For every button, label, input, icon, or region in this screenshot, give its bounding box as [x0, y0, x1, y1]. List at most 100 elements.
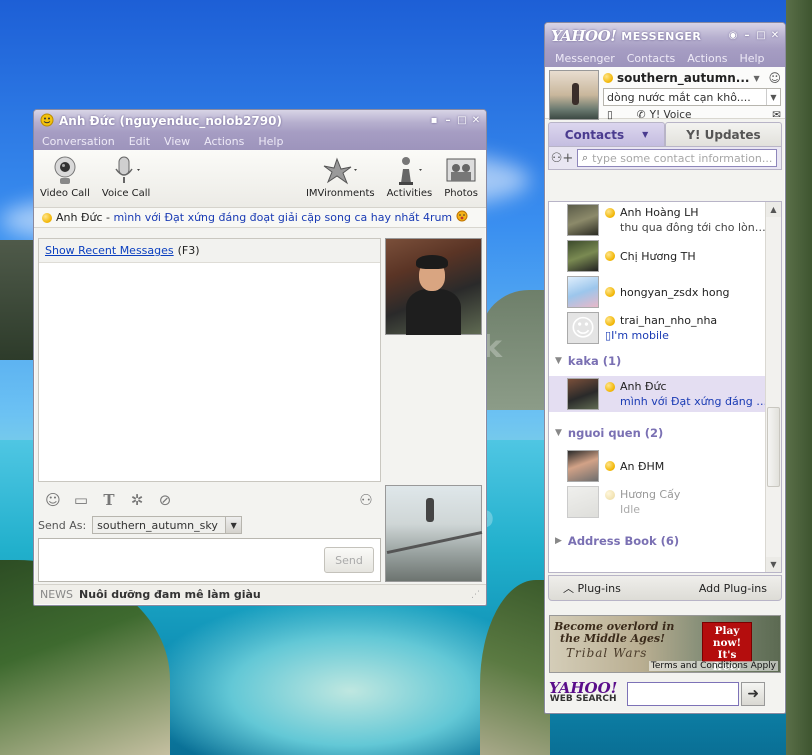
- send-button[interactable]: Send: [324, 547, 374, 573]
- tab-contacts[interactable]: Contacts ▼: [548, 122, 665, 146]
- send-as-select[interactable]: southern_autumn_sky ▼: [92, 516, 243, 534]
- list-item[interactable]: Hương Cấy Idle: [549, 484, 767, 520]
- photos-button[interactable]: Photos: [444, 154, 478, 199]
- list-item[interactable]: ☺ trai_han_nho_nha ▯I'm mobile: [549, 310, 767, 346]
- contact-name: An ĐHM: [620, 459, 665, 473]
- my-name-row[interactable]: southern_autumn... ▼ ☺: [603, 70, 781, 86]
- chevron-up-icon: ︿: [563, 582, 574, 595]
- send-as-row: Send As: southern_autumn_sky ▼: [38, 516, 243, 534]
- chevron-down-icon[interactable]: ▼: [642, 130, 648, 139]
- video-call-button[interactable]: Video Call: [40, 154, 90, 199]
- group-header-kaka[interactable]: ▼ kaka (1): [555, 352, 621, 370]
- list-item[interactable]: An ĐHM: [549, 448, 767, 484]
- contact-list-scrollbar[interactable]: ▲ ▼: [765, 202, 781, 572]
- attach-file-icon[interactable]: ⊘: [156, 491, 174, 509]
- voice-call-button[interactable]: Voice Call: [102, 154, 150, 199]
- contact-status-line: Anh Đức - mình với Đạt xứng đáng đoạt gi…: [34, 208, 486, 228]
- contact-status: mình với Đạt xứng đáng đo ...: [620, 395, 767, 408]
- menu-actions[interactable]: Actions: [687, 52, 727, 65]
- text-format-icon[interactable]: T: [100, 491, 118, 509]
- list-item[interactable]: Anh Hoàng LH thu qua đông tới cho lòng b…: [549, 202, 767, 238]
- messenger-titlebar[interactable]: YAHOO! MESSENGER ◉ – □ ✕: [545, 23, 785, 49]
- shortcut-hint: (F3): [177, 244, 200, 257]
- menu-bar: Messenger Contacts Actions Help: [545, 49, 785, 67]
- group-header-nguoi-quen[interactable]: ▼ nguoi quen (2): [555, 424, 663, 442]
- search-go-button[interactable]: ➜: [741, 682, 766, 706]
- chevron-down-icon: ▼: [753, 73, 760, 83]
- minimize-button[interactable]: –: [442, 115, 454, 127]
- advertisement-banner[interactable]: Become overlord in the Middle Ages! Trib…: [549, 615, 781, 673]
- pin-icon[interactable]: ▪: [428, 115, 440, 127]
- contact-name: Anh Đức: [620, 380, 667, 393]
- web-search-input[interactable]: [627, 682, 740, 706]
- menu-messenger[interactable]: Messenger: [555, 52, 615, 65]
- pin-icon[interactable]: ◉: [727, 30, 739, 42]
- emoticons-icon[interactable]: ☺: [44, 491, 62, 509]
- contact-avatar[interactable]: [385, 238, 482, 335]
- menu-help[interactable]: Help: [739, 52, 764, 65]
- close-button[interactable]: ✕: [470, 115, 482, 127]
- messenger-smiley-icon: [40, 113, 54, 130]
- conversation-titlebar[interactable]: Anh Đức (nguyenduc_nolob2790) ▪ – □ ✕: [34, 110, 486, 132]
- menu-actions[interactable]: Actions: [204, 135, 244, 148]
- message-input[interactable]: Send: [38, 538, 381, 582]
- ad-play-button[interactable]: Play now! It's free!: [702, 622, 752, 672]
- group-name: Address Book (6): [567, 534, 680, 548]
- yahoo-logo: YAHOO!: [549, 679, 618, 697]
- yahoo-voice-link[interactable]: Y! Voice: [650, 109, 692, 121]
- group-header-address-book[interactable]: ▶ Address Book (6): [555, 532, 679, 550]
- menu-edit[interactable]: Edit: [129, 135, 150, 148]
- tab-updates[interactable]: Y! Updates: [665, 122, 782, 146]
- status-message-input[interactable]: dòng nước mắt cạn khô.... ▼: [603, 88, 781, 106]
- mobile-phone-icon[interactable]: ▯: [607, 109, 613, 121]
- imvironments-button[interactable]: IMVironments: [306, 154, 375, 199]
- my-avatar[interactable]: [385, 485, 483, 582]
- activities-button[interactable]: Activities: [387, 154, 432, 199]
- default-avatar-icon: ☺: [567, 312, 599, 344]
- menu-conversation[interactable]: Conversation: [42, 135, 115, 148]
- list-item[interactable]: Chị Hương TH: [549, 238, 767, 274]
- scroll-thumb[interactable]: [767, 407, 780, 487]
- menu-contacts[interactable]: Contacts: [627, 52, 676, 65]
- message-history-pane[interactable]: Show Recent Messages (F3): [38, 238, 381, 482]
- resize-grip-icon[interactable]: ⋰: [471, 590, 480, 600]
- online-status-icon: [605, 207, 615, 218]
- phone-icon: ✆: [636, 109, 646, 121]
- menu-view[interactable]: View: [164, 135, 190, 148]
- chess-piece-icon: [392, 154, 426, 188]
- scroll-down-icon[interactable]: ▼: [766, 557, 781, 572]
- contact-list[interactable]: Anh Hoàng LH thu qua đông tới cho lòng b…: [548, 201, 782, 573]
- my-avatar[interactable]: [549, 70, 599, 120]
- show-contact-icon[interactable]: ⚇: [357, 491, 375, 509]
- mail-icon[interactable]: ✉: [772, 109, 781, 121]
- ad-line-2: the Middle Ages!: [560, 632, 665, 645]
- contact-search-input[interactable]: ⌕ type some contact information...: [577, 149, 777, 167]
- contact-avatar: [567, 204, 599, 236]
- collapse-triangle-icon: ▼: [555, 356, 562, 366]
- close-button[interactable]: ✕: [769, 30, 781, 42]
- plugins-toggle[interactable]: ︿ Plug-ins: [563, 580, 621, 596]
- plugins-label: Plug-ins: [577, 582, 621, 595]
- status-smiley-icon[interactable]: ☺: [768, 71, 781, 85]
- maximize-button[interactable]: □: [456, 115, 468, 127]
- formatting-toolbar: ☺ ▭ T ✲ ⊘ ⚇: [38, 488, 381, 512]
- minimize-button[interactable]: –: [741, 30, 753, 42]
- scroll-up-icon[interactable]: ▲: [766, 202, 781, 217]
- maximize-button[interactable]: □: [755, 30, 767, 42]
- chevron-down-icon: ▼: [766, 89, 780, 105]
- menu-bar: Conversation Edit View Actions Help: [34, 132, 486, 150]
- show-recent-messages-link[interactable]: Show Recent Messages: [45, 244, 174, 257]
- webcam-icon: [51, 154, 79, 188]
- conversation-window: Anh Đức (nguyenduc_nolob2790) ▪ – □ ✕ Co…: [33, 109, 487, 606]
- online-status-icon: [42, 212, 52, 223]
- add-plugins-link[interactable]: Add Plug-ins: [699, 582, 767, 595]
- list-item-selected[interactable]: Anh Đức mình với Đạt xứng đáng đo ...: [549, 376, 767, 412]
- news-headline-link[interactable]: Nuôi dưỡng đam mê làm giàu: [79, 588, 261, 601]
- audibles-icon[interactable]: ▭: [72, 491, 90, 509]
- nudge-icon[interactable]: ✲: [128, 491, 146, 509]
- add-contact-icon[interactable]: ⚇+: [551, 150, 574, 166]
- photos-icon: [445, 154, 477, 188]
- contact-status: I'm mobile: [611, 329, 669, 342]
- menu-help[interactable]: Help: [258, 135, 283, 148]
- list-item[interactable]: hongyan_zsdx hong: [549, 274, 767, 310]
